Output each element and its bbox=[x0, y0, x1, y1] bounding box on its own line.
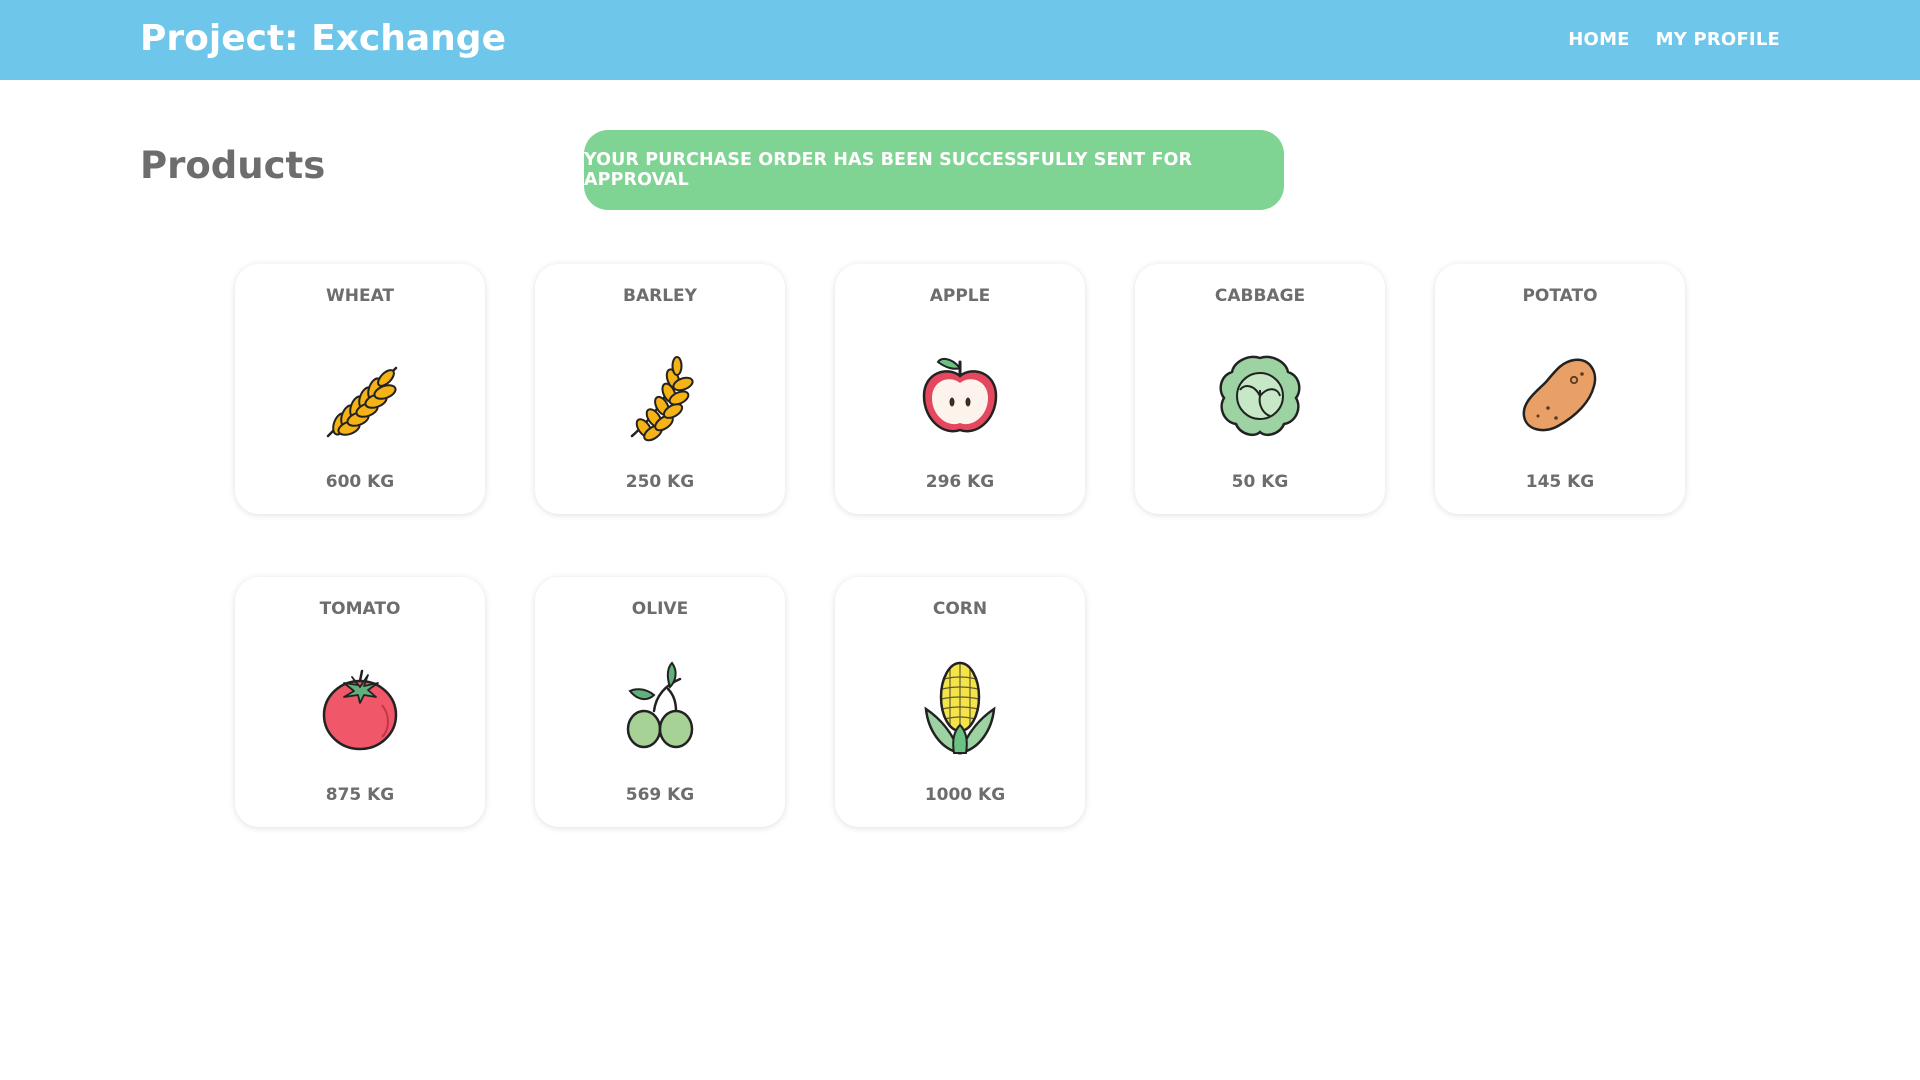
wheat-icon bbox=[326, 366, 398, 438]
product-quantity: 569 KG bbox=[625, 785, 695, 805]
product-quantity: 875 KG bbox=[325, 785, 395, 805]
top-navbar: Project: Exchange HOME MY PROFILE bbox=[0, 0, 1920, 80]
product-quantity: 600 KG bbox=[325, 472, 395, 492]
olive-icon bbox=[626, 661, 694, 749]
success-alert: YOUR PURCHASE ORDER HAS BEEN SUCCESSFULL… bbox=[584, 130, 1284, 210]
product-card-tomato[interactable]: TOMATO 875 KG bbox=[235, 577, 485, 827]
product-quantity: 250 KG bbox=[625, 472, 695, 492]
product-card-cabbage[interactable]: CABBAGE 50 KG bbox=[1135, 264, 1385, 514]
product-card-wheat[interactable]: WHEAT 600 KG bbox=[235, 264, 485, 514]
product-name: WHEAT bbox=[325, 286, 395, 306]
product-name: CORN bbox=[932, 599, 988, 619]
product-quantity: 145 KG bbox=[1525, 472, 1595, 492]
nav-my-profile-link[interactable]: MY PROFILE bbox=[1656, 29, 1780, 50]
cabbage-icon bbox=[1219, 355, 1301, 436]
tomato-icon bbox=[322, 669, 398, 751]
product-card-barley[interactable]: BARLEY 250 KG bbox=[535, 264, 785, 514]
product-quantity: 1000 KG bbox=[924, 785, 1006, 805]
product-name: OLIVE bbox=[631, 599, 689, 619]
product-name: CABBAGE bbox=[1214, 286, 1306, 306]
product-name: TOMATO bbox=[319, 599, 401, 619]
product-quantity: 50 KG bbox=[1231, 472, 1289, 492]
potato-icon bbox=[1522, 358, 1597, 432]
apple-icon bbox=[922, 357, 998, 433]
barley-icon bbox=[630, 356, 694, 442]
nav-links: HOME MY PROFILE bbox=[1568, 29, 1780, 50]
product-name: APPLE bbox=[929, 286, 991, 306]
brand-title[interactable]: Project: Exchange bbox=[140, 18, 506, 59]
nav-home-link[interactable]: HOME bbox=[1568, 29, 1629, 50]
product-card-corn[interactable]: CORN 1000 KG bbox=[835, 577, 1085, 827]
product-name: BARLEY bbox=[623, 286, 697, 306]
corn-icon bbox=[924, 661, 996, 755]
product-card-apple[interactable]: APPLE 296 KG bbox=[835, 264, 1085, 514]
product-card-potato[interactable]: POTATO 145 KG bbox=[1435, 264, 1685, 514]
page-title: Products bbox=[140, 144, 326, 187]
product-name: POTATO bbox=[1522, 286, 1598, 306]
product-quantity: 296 KG bbox=[925, 472, 995, 492]
product-card-olive[interactable]: OLIVE 569 KG bbox=[535, 577, 785, 827]
